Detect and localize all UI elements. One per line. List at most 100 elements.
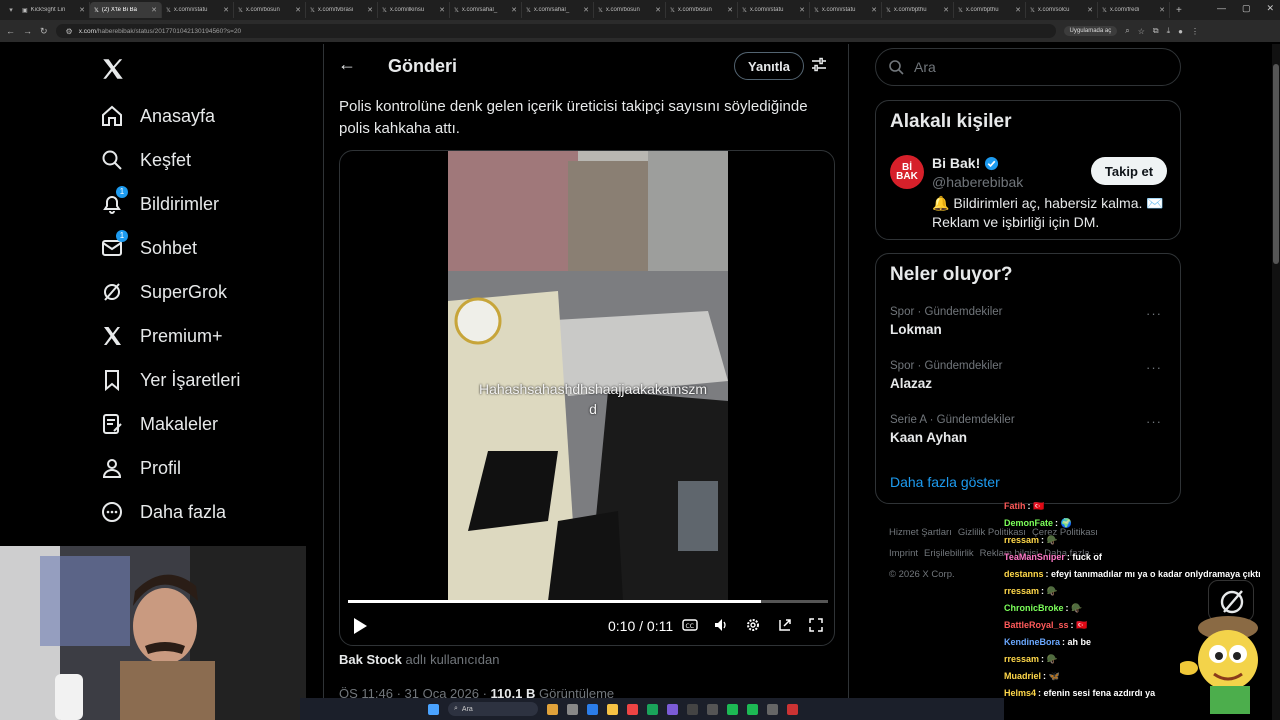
tab-close-icon[interactable]: ✕ <box>583 6 589 14</box>
nav-item[interactable]: 1 Sohbet <box>100 230 197 263</box>
tab-close-icon[interactable]: ✕ <box>655 6 661 14</box>
nav-item[interactable]: Yer İşaretleri <box>100 365 240 395</box>
nav-item[interactable]: Premium+ <box>100 321 223 351</box>
browser-tab[interactable]: 𝕏x.com/fredi ✕ <box>1098 2 1170 18</box>
chat-username[interactable]: TeaManSniper <box>1004 552 1065 562</box>
footer-link[interactable]: Erişilebilirlik <box>924 548 974 559</box>
tab-close-icon[interactable]: ✕ <box>799 6 805 14</box>
tab-search-icon[interactable]: ▾ <box>4 6 18 14</box>
tab-close-icon[interactable]: ✕ <box>439 6 445 14</box>
browser-tab[interactable]: 𝕏x.com/solcu ✕ <box>1026 2 1098 18</box>
browser-tab[interactable]: 𝕏x.com/ilkinsu ✕ <box>378 2 450 18</box>
attribution-user[interactable]: Bak Stock <box>339 652 402 667</box>
close-window-icon[interactable]: ✕ <box>1266 3 1274 14</box>
tab-close-icon[interactable]: ✕ <box>151 6 157 14</box>
tab-close-icon[interactable]: ✕ <box>1015 6 1021 14</box>
browser-tab[interactable]: 𝕏x.com/tvbrasi ✕ <box>306 2 378 18</box>
nav-item[interactable]: Makaleler <box>100 409 218 439</box>
profile-handle[interactable]: @haberebibak <box>932 174 1023 190</box>
app-icon-13[interactable] <box>787 703 798 715</box>
show-more-link[interactable]: Daha fazla göster <box>890 474 1000 490</box>
browser-tab[interactable]: 𝕏x.com/bosun ✕ <box>666 2 738 18</box>
chat-username[interactable]: Helms4 <box>1004 688 1036 698</box>
follow-button[interactable]: Takip et <box>1091 157 1167 185</box>
browser-tab[interactable]: 𝕏x.com/bosun ✕ <box>594 2 666 18</box>
chat-username[interactable]: rressam <box>1004 535 1039 545</box>
browser-tab[interactable]: 𝕏 (2) X'te Bi Ba ✕ <box>90 2 162 18</box>
browser-tab[interactable]: 𝕏x.com/i/statu ✕ <box>810 2 882 18</box>
browser-menu-icon[interactable]: ⋮ <box>1191 27 1199 36</box>
nav-item[interactable]: Anasayfa <box>100 101 215 131</box>
browser-tab[interactable]: 𝕏x.com/bpthu ✕ <box>954 2 1026 18</box>
chat-username[interactable]: rressam <box>1004 586 1039 596</box>
app-icon-10[interactable] <box>727 703 738 715</box>
back-nav-icon[interactable]: ← <box>6 26 15 36</box>
reply-button[interactable]: Yanıtla <box>734 52 804 80</box>
trend-more-icon[interactable]: ··· <box>1146 414 1162 429</box>
tab-close-icon[interactable]: ✕ <box>871 6 877 14</box>
footer-link[interactable]: Imprint <box>889 548 918 559</box>
tab-close-icon[interactable]: ✕ <box>367 6 373 14</box>
footer-link[interactable]: Hizmet Şartları <box>889 527 952 538</box>
app-icon-9[interactable] <box>707 703 718 715</box>
bookmark-star-icon[interactable]: ☆ <box>1138 27 1145 36</box>
fullscreen-icon[interactable] <box>808 617 824 633</box>
app-icon-6[interactable] <box>647 703 658 715</box>
nav-item[interactable]: 1 Bildirimler <box>100 186 219 219</box>
app-icon-7[interactable] <box>667 703 678 715</box>
open-in-app-button[interactable]: Uygulamada aç <box>1063 26 1118 36</box>
download-icon[interactable]: ⤓ <box>1167 26 1171 36</box>
trend-more-icon[interactable]: ··· <box>1146 306 1162 321</box>
tab-close-icon[interactable]: ✕ <box>295 6 301 14</box>
app-icon-12[interactable] <box>767 703 778 715</box>
settings-gear-icon[interactable] <box>745 617 761 633</box>
video-progress-bar[interactable] <box>348 600 828 603</box>
app-icon-1[interactable] <box>547 703 558 715</box>
taskbar-search[interactable]: ⌕ Ara <box>448 702 538 716</box>
tab-close-icon[interactable]: ✕ <box>943 6 949 14</box>
app-icon-8[interactable] <box>687 703 698 715</box>
reload-icon[interactable]: ↻ <box>40 26 48 37</box>
sliders-icon[interactable] <box>810 56 828 74</box>
browser-tab[interactable]: 𝕏x.com/i/statu ✕ <box>738 2 810 18</box>
tab-close-icon[interactable]: ✕ <box>1159 6 1165 14</box>
zoom-icon[interactable]: ⌕ <box>1125 26 1129 36</box>
browser-tab[interactable]: 𝕏x.com/i/statu ✕ <box>162 2 234 18</box>
app-icon-4[interactable] <box>607 703 618 715</box>
chat-username[interactable]: BattleRoyal_ss <box>1004 620 1069 630</box>
chat-username[interactable]: Fatih <box>1004 501 1026 511</box>
chat-username[interactable]: destanns <box>1004 569 1044 579</box>
browser-tab[interactable]: ▣ KickSight Lin ✕ <box>18 2 90 18</box>
profile-avatar-icon[interactable]: ● <box>1178 27 1183 36</box>
nav-item[interactable]: SuperGrok <box>100 277 227 307</box>
scrollbar-thumb[interactable] <box>1273 64 1279 264</box>
tab-close-icon[interactable]: ✕ <box>1087 6 1093 14</box>
video-frame[interactable]: Hahashsahashdhshaajjaakakamszm d <box>448 151 728 601</box>
maximize-icon[interactable]: ▢ <box>1242 3 1251 14</box>
page-scrollbar[interactable] <box>1272 44 1280 720</box>
chat-username[interactable]: Muadriel <box>1004 671 1041 681</box>
app-icon-3[interactable] <box>587 703 598 715</box>
app-icon-2[interactable] <box>567 703 578 715</box>
tab-close-icon[interactable]: ✕ <box>79 6 85 14</box>
forward-nav-icon[interactable]: → <box>23 26 32 36</box>
chat-username[interactable]: KendineBora <box>1004 637 1060 647</box>
volume-icon[interactable] <box>713 617 729 633</box>
new-tab-button[interactable]: + <box>1170 5 1188 16</box>
nav-item[interactable]: Profil <box>100 453 181 483</box>
browser-tab[interactable]: 𝕏x.com/bosun ✕ <box>234 2 306 18</box>
minimize-icon[interactable]: — <box>1217 3 1226 14</box>
start-icon[interactable] <box>428 703 439 715</box>
chat-username[interactable]: rressam <box>1004 654 1039 664</box>
extensions-icon[interactable]: ⧉ <box>1153 26 1159 36</box>
chat-username[interactable]: DemonFate <box>1004 518 1053 528</box>
site-info-icon[interactable]: ⚙ <box>66 27 73 36</box>
search-box[interactable]: Ara <box>875 48 1181 86</box>
trend-item[interactable]: Spor · Gündemdekiler Alazaz ··· <box>890 360 1170 391</box>
chat-username[interactable]: ChronicBroke <box>1004 603 1064 613</box>
url-field[interactable]: ⚙ x.com/haberebibak/status/2017701042130… <box>55 24 1056 38</box>
trend-more-icon[interactable]: ··· <box>1146 360 1162 375</box>
trend-item[interactable]: Spor · Gündemdekiler Lokman ··· <box>890 306 1170 337</box>
nav-item[interactable]: Keşfet <box>100 145 191 175</box>
browser-tab[interactable]: 𝕏x.com/bpthu ✕ <box>882 2 954 18</box>
